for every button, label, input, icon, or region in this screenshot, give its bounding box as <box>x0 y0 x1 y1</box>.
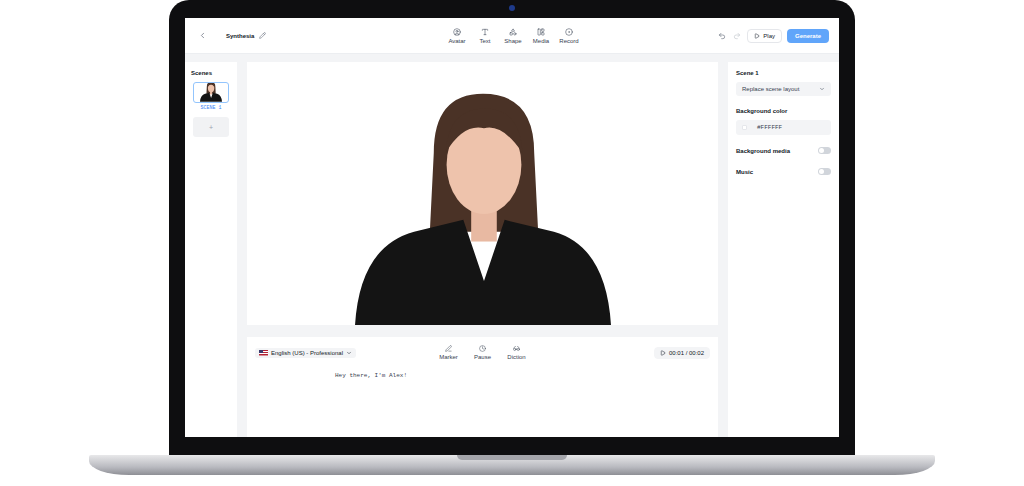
clock-icon <box>479 345 486 352</box>
top-bar: Synthesia Avatar Text Shape Media Record Play G… <box>185 18 839 54</box>
properties-panel: Scene 1 Replace scene layout Background co… <box>728 62 839 437</box>
scene-avatar-image <box>200 82 222 102</box>
layout-select[interactable]: Replace scene layout <box>736 82 831 96</box>
toggle-knob <box>819 169 824 174</box>
toolbar-label: Record <box>559 38 578 44</box>
laptop-base <box>89 455 935 475</box>
insert-toolbar: Avatar Text Shape Media Record <box>445 28 581 44</box>
camera-icon <box>509 5 515 11</box>
toggle-label: Background media <box>736 148 790 154</box>
toolbar-button[interactable]: Media <box>529 28 553 44</box>
play-label: Play <box>763 33 775 39</box>
record-icon <box>565 28 573 36</box>
redo-button[interactable] <box>732 31 742 41</box>
toolbar-button[interactable]: Shape <box>501 28 525 44</box>
preview-time-button[interactable]: 00:01 / 00:02 <box>654 347 710 359</box>
scenes-panel: Scenes SCENE 1 + <box>185 62 237 437</box>
text-icon <box>481 28 489 36</box>
script-toolbar: English (US) - Professional Marker Pause Di… <box>255 345 710 360</box>
toggle-switch[interactable] <box>818 147 831 154</box>
chevron-left-icon <box>198 31 207 40</box>
language-label: English (US) - Professional <box>271 350 343 356</box>
us-flag-icon <box>259 350 268 356</box>
redo-icon <box>733 32 741 40</box>
script-tool-label: Diction <box>507 354 525 360</box>
toggle-switch[interactable] <box>818 168 831 175</box>
add-scene-button[interactable]: + <box>193 117 229 137</box>
editor-screen: Synthesia Avatar Text Shape Media Record Play G… <box>185 18 839 437</box>
play-icon <box>754 33 760 39</box>
editor-body: Scenes SCENE 1 + English (US) - Professiona… <box>185 54 839 437</box>
background-color-field[interactable]: #FFFFFF <box>736 120 831 135</box>
undo-button[interactable] <box>717 31 727 41</box>
chevron-down-icon <box>819 86 825 92</box>
toolbar-button[interactable]: Record <box>557 28 581 44</box>
page: Synthesia Avatar Text Shape Media Record Play G… <box>0 0 1024 486</box>
toolbar-label: Shape <box>504 38 521 44</box>
toolbar-button[interactable]: Text <box>473 28 497 44</box>
glasses-icon <box>513 345 520 352</box>
toggle-knob <box>819 148 824 153</box>
scene-preview <box>193 82 229 103</box>
language-select[interactable]: English (US) - Professional <box>255 348 356 358</box>
time-label: 00:01 / 00:02 <box>669 350 704 356</box>
video-canvas[interactable] <box>247 62 718 325</box>
script-tool-button[interactable]: Marker <box>437 345 461 360</box>
shape-icon <box>509 28 517 36</box>
avatar-image <box>355 84 611 325</box>
play-button[interactable]: Play <box>747 29 782 43</box>
play-icon <box>660 350 666 356</box>
scenes-title: Scenes <box>191 70 231 76</box>
toggle-label: Music <box>736 169 753 175</box>
undo-icon <box>718 32 726 40</box>
chevron-down-icon <box>346 350 352 356</box>
marker-icon <box>445 345 452 352</box>
back-button[interactable] <box>197 30 208 41</box>
script-tool-label: Marker <box>439 354 458 360</box>
project-title: Synthesia <box>226 33 254 39</box>
rename-button[interactable] <box>258 31 267 40</box>
laptop-notch <box>457 455 567 460</box>
toolbar-label: Avatar <box>448 38 465 44</box>
pencil-icon <box>259 32 266 39</box>
center-column: English (US) - Professional Marker Pause Di… <box>247 62 718 437</box>
script-tool-button[interactable]: Pause <box>471 345 495 360</box>
toggle-row: Background media <box>736 147 831 154</box>
scene-label: SCENE 1 <box>200 105 221 111</box>
color-swatch <box>742 125 747 130</box>
media-icon <box>537 28 545 36</box>
scene-thumbnail[interactable]: SCENE 1 <box>191 82 231 111</box>
laptop-screen-bezel: Synthesia Avatar Text Shape Media Record Play G… <box>169 0 855 455</box>
toolbar-button[interactable]: Avatar <box>445 28 469 44</box>
script-panel: English (US) - Professional Marker Pause Di… <box>247 337 718 437</box>
toolbar-label: Text <box>479 38 490 44</box>
script-text[interactable]: Hey there, I'm Alex! <box>255 372 710 379</box>
scene-title: Scene 1 <box>736 70 831 76</box>
background-color-value: #FFFFFF <box>757 124 782 131</box>
layout-label: Replace scene layout <box>742 86 799 92</box>
script-tool-button[interactable]: Diction <box>505 345 529 360</box>
generate-button[interactable]: Generate <box>787 29 829 43</box>
script-tool-label: Pause <box>474 354 491 360</box>
toolbar-label: Media <box>533 38 549 44</box>
avatar-icon <box>453 28 461 36</box>
toggle-row: Music <box>736 168 831 175</box>
background-color-label: Background color <box>736 108 831 114</box>
